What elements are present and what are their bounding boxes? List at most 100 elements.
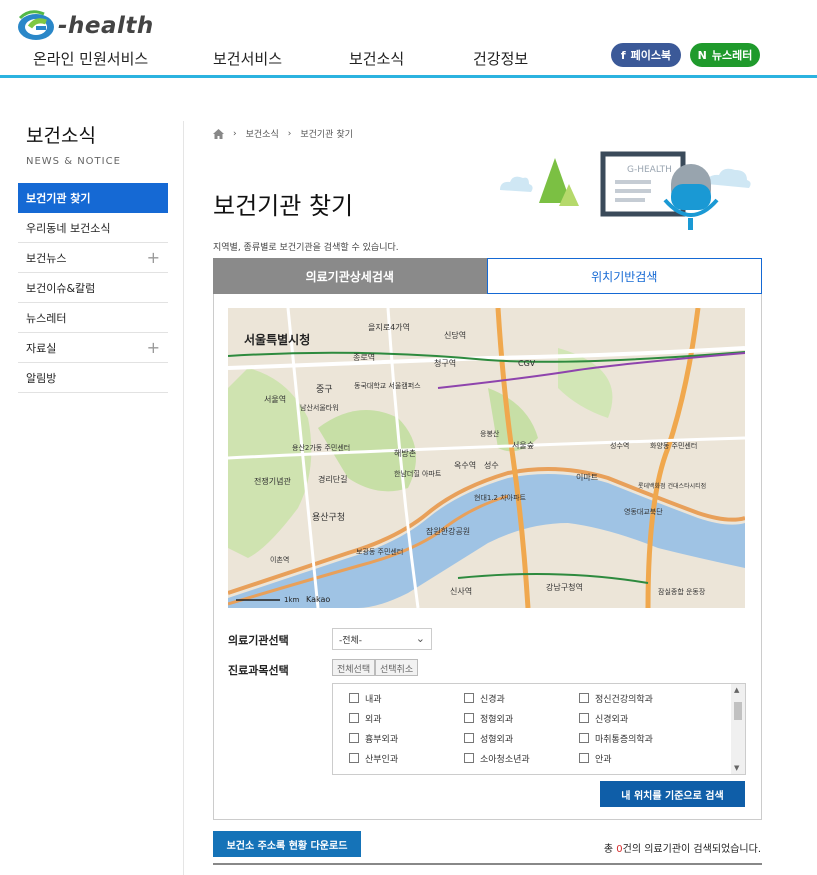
illustration-text: G-HEALTH <box>627 165 672 175</box>
nav-online-service[interactable]: 온라인 민원서비스 <box>33 48 148 69</box>
checkbox-department[interactable]: 정신건강의학과 <box>579 692 709 705</box>
plus-icon[interactable]: + <box>147 248 160 267</box>
side-nav-item-label: 보건기관 찾기 <box>26 192 91 205</box>
map-label: 영동대교북단 <box>624 507 663 516</box>
checkbox[interactable] <box>579 693 589 703</box>
checkbox-department[interactable]: 흉부외과 <box>349 732 464 745</box>
logo[interactable]: -health <box>16 10 154 42</box>
map-label: 경리단길 <box>318 474 347 484</box>
newsletter-label: 뉴스레터 <box>711 49 753 62</box>
map-label: 현대1.2 차아파트 <box>474 493 527 502</box>
checkbox-department[interactable]: 산부인과 <box>349 752 464 765</box>
map-label: 한남더힐 아파트 <box>394 469 442 478</box>
scrollbar-thumb[interactable] <box>734 702 742 720</box>
side-nav-subtitle: NEWS & NOTICE <box>26 156 121 167</box>
search-panel: 서울특별시청 을지로4가역 신당역 청구역 종로역 중구 동국대학교 서울캠퍼스… <box>213 294 762 820</box>
breadcrumb: › 보건소식 › 보건기관 찾기 <box>213 127 353 140</box>
map-label: 남산서울타워 <box>300 403 339 412</box>
map-label: 이마트 <box>576 472 598 482</box>
checkbox-department[interactable]: 외과 <box>349 712 464 725</box>
checkbox[interactable] <box>464 733 474 743</box>
map-label: 서울숲 <box>512 441 534 450</box>
map-label: 성수역 <box>610 441 629 450</box>
checkbox[interactable] <box>579 733 589 743</box>
g-health-logo-icon <box>18 10 54 40</box>
download-address-button[interactable]: 보건소 주소록 현황 다운로드 <box>213 831 361 857</box>
page-description: 지역별, 종류별로 보건기관을 검색할 수 있습니다. <box>213 243 399 253</box>
facility-select[interactable]: -전체- ⌄ <box>332 628 432 650</box>
side-nav-item-newsletter[interactable]: 뉴스레터 <box>18 303 168 333</box>
map-label: 롯데백화점 건대스타시티점 <box>638 482 706 490</box>
map-label: 응봉산 <box>480 429 500 438</box>
side-nav-item-label: 보건뉴스 <box>26 251 67 265</box>
map-label: 보광동 주민센터 <box>356 547 403 556</box>
tab-location-search[interactable]: 위치기반검색 <box>486 258 762 294</box>
map-label: 서울역 <box>264 394 286 404</box>
breadcrumb-item[interactable]: 보건기관 찾기 <box>300 127 353 140</box>
map-label: 전쟁기념관 <box>254 476 291 486</box>
map-label: 동국대학교 서울캠퍼스 <box>354 381 421 390</box>
side-nav-list: 보건기관 찾기 우리동네 보건소식 보건뉴스 + 보건이슈&칼럼 뉴스레터 자료실… <box>18 183 168 393</box>
checkbox[interactable] <box>349 733 359 743</box>
checkbox[interactable] <box>579 713 589 723</box>
map-label: 종로역 <box>353 352 375 362</box>
side-nav-item-issue-column[interactable]: 보건이슈&칼럼 <box>18 273 168 303</box>
chevron-down-icon: ⌄ <box>415 632 425 645</box>
department-checklist: 내과 신경과 정신건강의학과 외과 정형외과 신경외과 흉부외과 성형외과 마취… <box>332 683 746 775</box>
chevron-right-icon: › <box>287 128 292 139</box>
checkbox[interactable] <box>464 693 474 703</box>
deselect-button[interactable]: 선택취소 <box>375 659 419 676</box>
facebook-label: 페이스북 <box>630 49 672 62</box>
map-label: CGV <box>518 359 536 368</box>
location-search-button[interactable]: 내 위치를 기준으로 검색 <box>600 781 745 807</box>
nav-health-service[interactable]: 보건서비스 <box>213 48 282 69</box>
scroll-down-icon[interactable]: ▼ <box>734 764 739 772</box>
checkbox[interactable] <box>349 713 359 723</box>
tab-detail-search[interactable]: 의료기관상세검색 <box>213 258 487 294</box>
checkbox-department[interactable]: 정형외과 <box>464 712 579 725</box>
facility-label: 의료기관선택 <box>228 634 289 647</box>
checkbox[interactable] <box>349 693 359 703</box>
checkbox[interactable] <box>579 753 589 763</box>
checkbox-department[interactable]: 소아청소년과 <box>464 752 579 765</box>
home-icon[interactable] <box>213 128 224 139</box>
scrollbar[interactable]: ▲ ▼ <box>731 684 745 774</box>
map-label: 청구역 <box>434 358 456 368</box>
map-label: 신사역 <box>450 586 472 596</box>
checkbox-department[interactable]: 신경외과 <box>579 712 709 725</box>
plus-icon[interactable]: + <box>147 338 160 357</box>
checkbox-department[interactable]: 내과 <box>349 692 464 705</box>
select-all-button[interactable]: 전체선택 <box>332 659 376 676</box>
side-nav-title: 보건소식 <box>26 125 96 147</box>
checkbox-department[interactable]: 성형외과 <box>464 732 579 745</box>
breadcrumb-item[interactable]: 보건소식 <box>246 127 279 140</box>
checkbox[interactable] <box>464 753 474 763</box>
map-label: 화양동 주민센터 <box>650 441 697 450</box>
side-nav-item-notice[interactable]: 알림방 <box>18 363 168 393</box>
map-label: 중구 <box>316 384 333 395</box>
result-suffix: 건의 의료기관이 검색되었습니다. <box>622 844 761 855</box>
search-tabs: 의료기관상세검색 위치기반검색 <box>213 258 762 294</box>
nav-health-info[interactable]: 건강정보 <box>473 48 528 69</box>
facebook-button[interactable]: f 페이스북 <box>611 43 681 67</box>
checkbox-department[interactable]: 안과 <box>579 752 709 765</box>
facebook-icon: f <box>620 48 626 62</box>
newsletter-button[interactable]: N 뉴스레터 <box>690 43 760 67</box>
map-label: 을지로4가역 <box>368 322 410 332</box>
checkbox-department[interactable]: 신경과 <box>464 692 579 705</box>
side-nav-item-archive[interactable]: 자료실 + <box>18 333 168 363</box>
side-nav-item-label: 뉴스레터 <box>26 311 67 325</box>
side-nav-item-local-news[interactable]: 우리동네 보건소식 <box>18 213 168 243</box>
map-label: 서울특별시청 <box>244 332 310 347</box>
side-nav-item-find-facility[interactable]: 보건기관 찾기 <box>18 183 168 213</box>
map-view[interactable]: 서울특별시청 을지로4가역 신당역 청구역 종로역 중구 동국대학교 서울캠퍼스… <box>228 308 745 608</box>
nav-health-news[interactable]: 보건소식 <box>349 48 404 69</box>
department-label: 진료과목선택 <box>228 664 289 677</box>
checkbox[interactable] <box>349 753 359 763</box>
side-nav-item-health-news[interactable]: 보건뉴스 + <box>18 243 168 273</box>
checkbox-department[interactable]: 마취통증의학과 <box>579 732 709 745</box>
checkbox[interactable] <box>464 713 474 723</box>
map-label: 옥수역 <box>454 460 476 470</box>
facility-select-value: -전체- <box>339 636 363 646</box>
scroll-up-icon[interactable]: ▲ <box>734 686 739 694</box>
